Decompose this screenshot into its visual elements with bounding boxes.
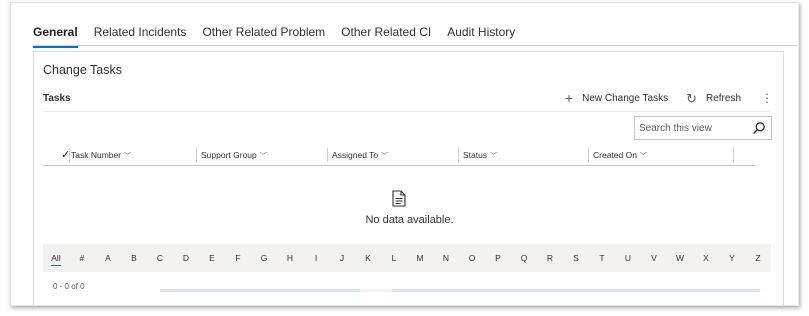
plus-icon: + [564,90,574,106]
alphabet-jump-bar: All # A B C D E F G H I J K L M N O P Q R S T U V W X Y Z [43,244,771,272]
column-separator [327,148,328,162]
refresh-icon: ↻ [686,90,697,106]
column-separator [588,148,589,162]
jump-letter[interactable]: F [225,253,251,263]
chevron-down-icon: ﹀ [381,153,389,160]
jump-letter[interactable]: Z [745,253,771,263]
column-header-created-on[interactable]: Created On ﹀ [593,150,647,161]
tab-divider [33,45,798,46]
jump-letter[interactable]: E [199,253,225,263]
jump-letter[interactable]: W [667,253,693,263]
column-label: Task Number [71,150,122,160]
document-icon [392,190,406,207]
jump-letter[interactable]: B [121,253,147,263]
jump-letter[interactable]: M [407,253,433,263]
jump-letter[interactable]: Y [719,253,745,263]
jump-letter[interactable]: T [589,253,615,263]
new-change-tasks-button[interactable]: + New Change Tasks [565,89,668,107]
column-separator [196,148,197,162]
new-change-tasks-label: New Change Tasks [582,92,669,104]
jump-all[interactable]: All [43,253,69,266]
column-header-task-number[interactable]: Task Number ﹀ [71,150,131,161]
jump-letter[interactable]: H [277,253,303,263]
jump-letter[interactable]: L [381,253,407,263]
column-headers: ✓ Task Number ﹀ Support Group ﹀ Assigned T… [43,146,755,166]
change-tasks-section: Change Tasks Tasks + New Change Tasks ↻ … [33,51,784,305]
jump-letter[interactable]: D [173,253,199,263]
form-frame: General Related Incidents Other Related … [10,2,799,306]
jump-letter[interactable]: V [641,253,667,263]
record-count: 0 - 0 of 0 [53,282,85,291]
tab-other-related-problem[interactable]: Other Related Problem [202,25,325,45]
scrollbar-thumb[interactable] [392,289,760,292]
jump-letter[interactable]: A [95,253,121,263]
more-commands-button[interactable]: ⋮ [761,89,773,107]
horizontal-scrollbar[interactable] [160,289,760,292]
scrollbar-thumb[interactable] [160,289,360,292]
jump-letter[interactable]: U [615,253,641,263]
jump-letter[interactable]: O [459,253,485,263]
jump-letter[interactable]: K [355,253,381,263]
jump-letter[interactable]: S [563,253,589,263]
column-separator [733,148,734,162]
column-label: Support Group [201,150,257,160]
chevron-down-icon: ﹀ [259,153,267,160]
jump-letter[interactable]: X [693,253,719,263]
refresh-button[interactable]: ↻ Refresh [686,89,741,107]
grid-divider [43,111,771,112]
jump-letter[interactable]: G [251,253,277,263]
jump-letter[interactable]: R [537,253,563,263]
command-bar: + New Change Tasks ↻ Refresh ⋮ [547,89,773,107]
column-separator [69,148,70,162]
more-vertical-icon: ⋮ [761,91,773,105]
chevron-down-icon: ﹀ [639,153,647,160]
section-title: Change Tasks [43,63,122,77]
jump-letter[interactable]: P [485,253,511,263]
tab-audit-history[interactable]: Audit History [447,25,515,45]
jump-letter[interactable]: # [69,253,95,263]
column-header-assigned-to[interactable]: Assigned To ﹀ [332,150,388,161]
tab-other-related-ci[interactable]: Other Related CI [341,25,431,45]
chevron-down-icon: ﹀ [124,153,132,160]
column-header-support-group[interactable]: Support Group ﹀ [201,150,267,161]
search-input[interactable] [639,122,749,134]
jump-letter[interactable]: N [433,253,459,263]
tab-list: General Related Incidents Other Related … [33,25,531,48]
chevron-down-icon: ﹀ [490,153,498,160]
jump-letter[interactable]: Q [511,253,537,263]
jump-letter[interactable]: J [329,253,355,263]
search-box [634,116,772,140]
column-label: Status [463,150,488,160]
column-label: Created On [593,150,637,160]
jump-letter[interactable]: C [147,253,173,263]
column-label: Assigned To [332,150,379,160]
search-icon[interactable] [752,121,766,135]
refresh-label: Refresh [705,92,741,104]
jump-letter[interactable]: I [303,253,329,263]
column-separator [458,148,459,162]
tab-related-incidents[interactable]: Related Incidents [94,25,187,45]
column-header-status[interactable]: Status ﹀ [463,150,497,161]
tab-general[interactable]: General [33,25,78,48]
subgrid-title: Tasks [43,93,71,104]
empty-state-message: No data available. [365,214,454,226]
